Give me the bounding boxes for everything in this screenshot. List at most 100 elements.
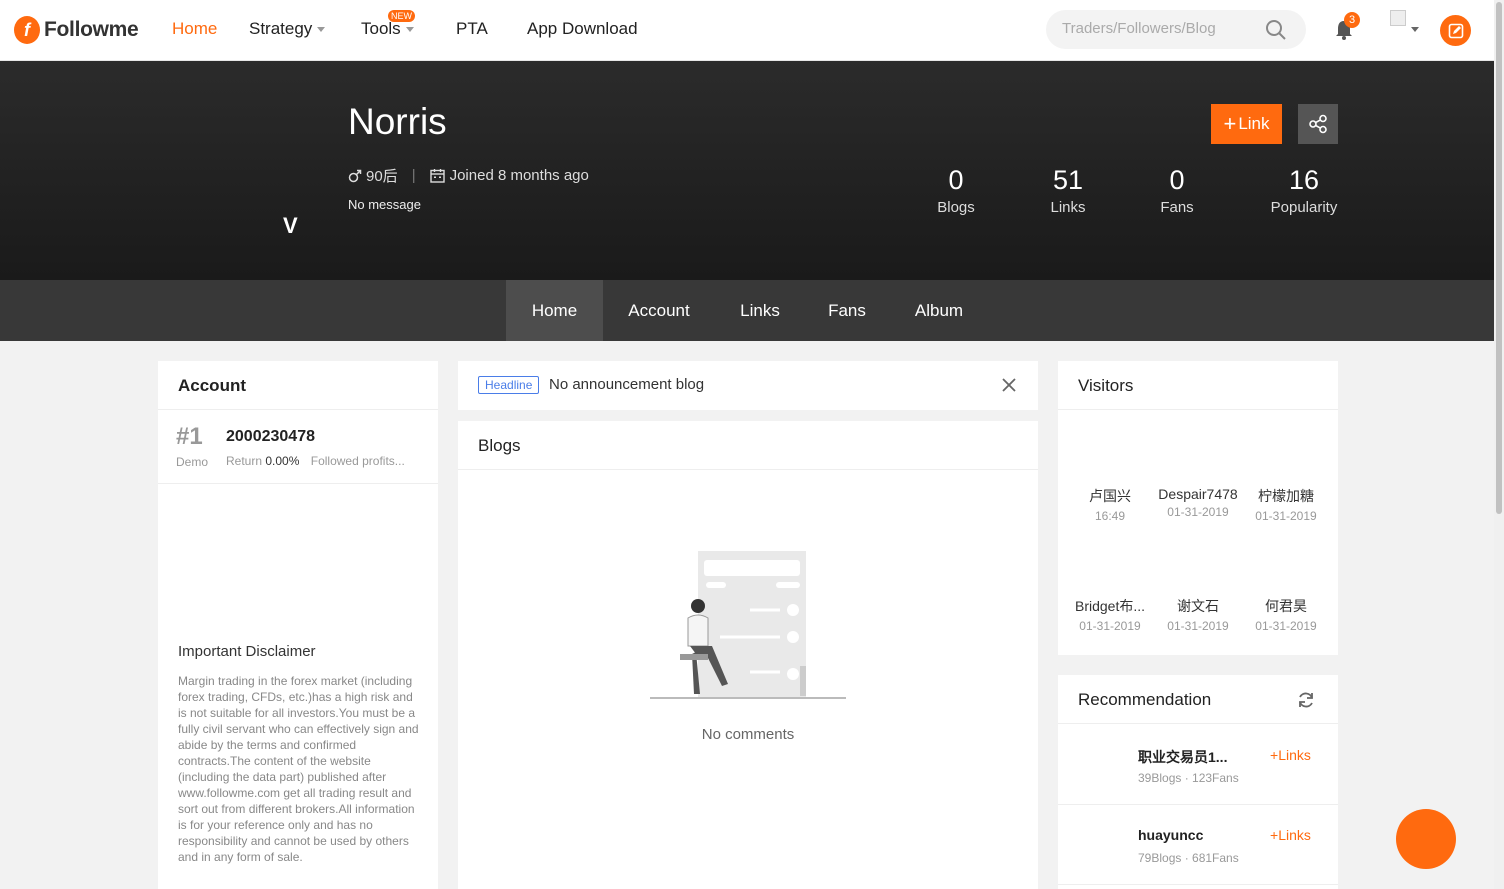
headline-bar: Headline No announcement blog xyxy=(458,361,1038,410)
recommendation-meta: 79Blogs · 681Fans xyxy=(1138,851,1239,865)
tab-album[interactable]: Album xyxy=(898,280,980,341)
share-button[interactable] xyxy=(1298,104,1338,144)
follow-link-label: Links xyxy=(1278,827,1311,843)
follow-link-button[interactable]: +Links xyxy=(1270,747,1311,763)
nav-home[interactable]: Home xyxy=(172,19,217,39)
visitor-name: Bridget布... xyxy=(1074,598,1146,614)
account-row[interactable]: #1 Demo 2000230478 Return 0.00% Followed… xyxy=(158,411,438,484)
chevron-down-icon[interactable] xyxy=(1411,27,1419,32)
visitor-item[interactable]: Bridget布... 01-31-2019 xyxy=(1066,596,1154,633)
stat-popularity[interactable]: 16 Popularity xyxy=(1260,165,1348,216)
stat-blogs[interactable]: 0 Blogs xyxy=(916,165,996,216)
search-input[interactable] xyxy=(1062,20,1262,37)
return-label: Return xyxy=(226,454,263,468)
visitor-date: 01-31-2019 xyxy=(1079,619,1141,633)
account-rank: #1 xyxy=(176,423,203,450)
profile-name: Norris xyxy=(348,101,447,142)
headline-badge: Headline xyxy=(478,376,540,394)
visitors-card: Visitors 卢国兴 16:49 Despair7478 01-31-201… xyxy=(1058,361,1338,655)
tab-fans[interactable]: Fans xyxy=(812,280,882,341)
visitor-item[interactable]: Despair7478 01-31-2019 xyxy=(1154,486,1242,519)
visitor-item[interactable]: 柠檬加糖 01-31-2019 xyxy=(1242,486,1330,523)
link-button-label: Link xyxy=(1238,114,1270,133)
profile-tabs: Home Account Links Fans Album xyxy=(0,280,1494,341)
vip-badge: V xyxy=(283,213,298,238)
visitor-item[interactable]: 何君昊 01-31-2019 xyxy=(1242,596,1330,633)
user-avatar[interactable] xyxy=(1390,10,1406,26)
profile-joined: Joined 8 months ago xyxy=(449,167,589,184)
tab-account[interactable]: Account xyxy=(613,280,705,341)
stat-fans[interactable]: 0 Fans xyxy=(1137,165,1217,216)
calendar-icon xyxy=(429,169,445,183)
stat-links-label: Links xyxy=(1050,199,1086,216)
scrollbar-thumb[interactable] xyxy=(1496,2,1502,514)
visitor-name: 柠檬加糖 xyxy=(1258,488,1314,504)
visitor-date: 01-31-2019 xyxy=(1167,619,1229,633)
followme-logo[interactable]: f Followme xyxy=(14,15,139,45)
search-icon[interactable] xyxy=(1265,19,1287,41)
visitor-name: 卢国兴 xyxy=(1089,488,1131,504)
profile-message: No message xyxy=(348,197,421,212)
nav-strategy[interactable]: Strategy xyxy=(249,19,326,39)
notification-count-badge: 3 xyxy=(1344,12,1360,28)
follow-link-button[interactable]: +Links xyxy=(1270,827,1311,843)
new-badge: NEW xyxy=(388,10,415,22)
recommendation-card: Recommendation 职业交易员1... 39Blogs · 123Fa… xyxy=(1058,675,1338,889)
visitor-date: 01-31-2019 xyxy=(1255,619,1317,633)
tab-links[interactable]: Links xyxy=(720,280,800,341)
page-scrollbar[interactable] xyxy=(1494,0,1504,889)
stat-blogs-label: Blogs xyxy=(937,199,975,216)
headline-text: No announcement blog xyxy=(549,376,705,393)
visitor-name: 何君昊 xyxy=(1265,598,1307,614)
link-button[interactable]: + Link xyxy=(1211,104,1282,144)
edit-icon xyxy=(1448,23,1463,38)
followed-profits: Followed profits... xyxy=(310,454,405,468)
visitor-date: 01-31-2019 xyxy=(1167,505,1229,519)
blogs-title: Blogs xyxy=(458,421,1038,470)
visitors-title: Visitors xyxy=(1058,361,1338,410)
visitor-name: Despair7478 xyxy=(1158,486,1238,502)
chevron-down-icon xyxy=(405,27,414,33)
chevron-down-icon xyxy=(317,27,326,33)
disclaimer-title: Important Disclaimer xyxy=(178,643,316,660)
write-blog-button[interactable] xyxy=(1440,15,1471,46)
stat-blogs-number: 0 xyxy=(948,165,964,195)
share-icon xyxy=(1309,114,1327,134)
recommendation-item[interactable]: 职业交易员1... 39Blogs · 123Fans +Links xyxy=(1058,725,1338,805)
empty-state-illustration xyxy=(650,551,846,699)
account-card: Account #1 Demo 2000230478 Return 0.00% … xyxy=(158,361,438,889)
nav-tools[interactable]: Tools xyxy=(361,19,414,39)
close-icon[interactable] xyxy=(1002,378,1016,392)
nav-strategy-label: Strategy xyxy=(249,19,313,38)
profile-header: V Norris 90后 | Joined 8 months ago No me… xyxy=(0,61,1494,280)
account-stats: Return 0.00% Followed profits... xyxy=(226,454,405,468)
visitor-name: 谢文石 xyxy=(1177,598,1219,614)
stat-popularity-label: Popularity xyxy=(1270,199,1338,216)
empty-comments-text: No comments xyxy=(701,726,795,743)
recommendation-name[interactable]: huayuncc xyxy=(1138,827,1203,843)
profile-age: 90后 xyxy=(366,168,398,185)
top-navbar: f Followme Home Strategy Tools NEW PTA A… xyxy=(0,0,1494,61)
visitor-date: 16:49 xyxy=(1094,509,1126,523)
nav-app-download[interactable]: App Download xyxy=(527,19,638,39)
refresh-icon[interactable] xyxy=(1296,690,1316,710)
stat-fans-label: Fans xyxy=(1160,199,1194,216)
visitor-item[interactable]: 谢文石 01-31-2019 xyxy=(1154,596,1242,633)
visitor-date: 01-31-2019 xyxy=(1255,509,1317,523)
nav-pta[interactable]: PTA xyxy=(456,19,488,39)
profile-meta: 90后 | Joined 8 months ago xyxy=(348,165,589,186)
plus-icon: + xyxy=(1223,111,1237,136)
logo-text: Followme xyxy=(44,18,139,41)
floating-action-button[interactable] xyxy=(1396,809,1456,869)
account-number: 2000230478 xyxy=(226,428,315,445)
logo-icon: f xyxy=(14,16,40,44)
recommendation-item[interactable]: huayuncc 79Blogs · 681Fans +Links xyxy=(1058,805,1338,885)
recommendation-name[interactable]: 职业交易员1... xyxy=(1138,747,1227,767)
stat-links[interactable]: 51 Links xyxy=(1028,165,1108,216)
stat-links-number: 51 xyxy=(1052,165,1084,195)
visitor-item[interactable]: 卢国兴 16:49 xyxy=(1066,486,1154,523)
disclaimer-text: Margin trading in the forex market (incl… xyxy=(178,674,419,864)
follow-link-label: Links xyxy=(1278,747,1311,763)
tab-home[interactable]: Home xyxy=(506,280,603,341)
recommendation-meta: 39Blogs · 123Fans xyxy=(1138,771,1239,785)
